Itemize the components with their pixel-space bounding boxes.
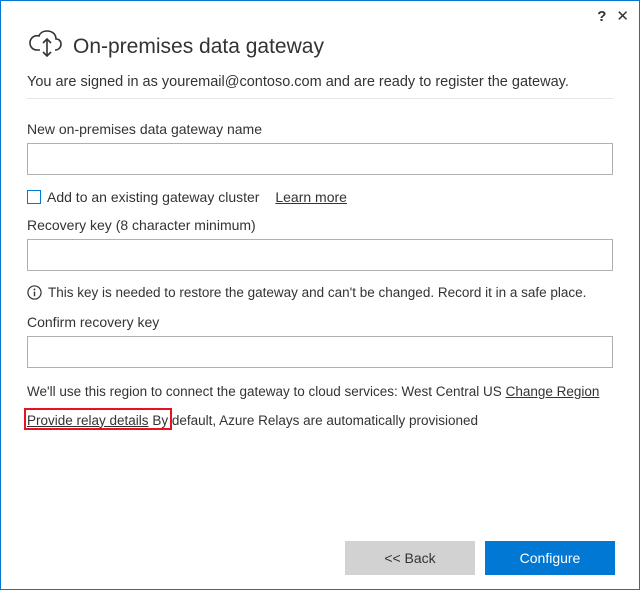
info-icon bbox=[27, 285, 42, 300]
gateway-name-input[interactable] bbox=[27, 143, 613, 175]
help-icon[interactable]: ? bbox=[597, 8, 606, 25]
region-name: West Central US bbox=[402, 384, 502, 399]
region-prefix: We'll use this region to connect the gat… bbox=[27, 384, 402, 399]
region-row: We'll use this region to connect the gat… bbox=[27, 382, 613, 402]
relay-row: Provide relay details By default, Azure … bbox=[27, 411, 613, 431]
recovery-key-label: Recovery key (8 character minimum) bbox=[27, 217, 613, 233]
button-bar: << Back Configure bbox=[345, 541, 615, 575]
add-cluster-label: Add to an existing gateway cluster bbox=[47, 189, 259, 205]
learn-more-link[interactable]: Learn more bbox=[275, 189, 347, 205]
titlebar: ? ✕ bbox=[1, 1, 639, 25]
close-icon[interactable]: ✕ bbox=[616, 7, 629, 25]
change-region-link[interactable]: Change Region bbox=[506, 384, 600, 399]
add-cluster-row: Add to an existing gateway cluster Learn… bbox=[27, 189, 613, 205]
provide-relay-link[interactable]: Provide relay details bbox=[27, 413, 149, 428]
confirm-key-input[interactable] bbox=[27, 336, 613, 368]
recovery-info-row: This key is needed to restore the gatewa… bbox=[27, 285, 613, 300]
signed-in-text: You are signed in as youremail@contoso.c… bbox=[27, 72, 613, 92]
gateway-name-label: New on-premises data gateway name bbox=[27, 121, 613, 137]
back-button[interactable]: << Back bbox=[345, 541, 475, 575]
divider bbox=[27, 98, 613, 99]
relay-text: By default, Azure Relays are automatical… bbox=[149, 413, 478, 428]
confirm-key-label: Confirm recovery key bbox=[27, 314, 613, 330]
recovery-info-text: This key is needed to restore the gatewa… bbox=[48, 285, 586, 300]
gateway-dialog: ? ✕ On-premises data gateway You are sig… bbox=[0, 0, 640, 590]
add-cluster-checkbox[interactable] bbox=[27, 190, 41, 204]
configure-button[interactable]: Configure bbox=[485, 541, 615, 575]
recovery-key-input[interactable] bbox=[27, 239, 613, 271]
content-area: On-premises data gateway You are signed … bbox=[1, 25, 639, 589]
dialog-header: On-premises data gateway bbox=[27, 29, 613, 64]
dialog-title: On-premises data gateway bbox=[73, 35, 324, 59]
cloud-upload-icon bbox=[27, 29, 63, 64]
